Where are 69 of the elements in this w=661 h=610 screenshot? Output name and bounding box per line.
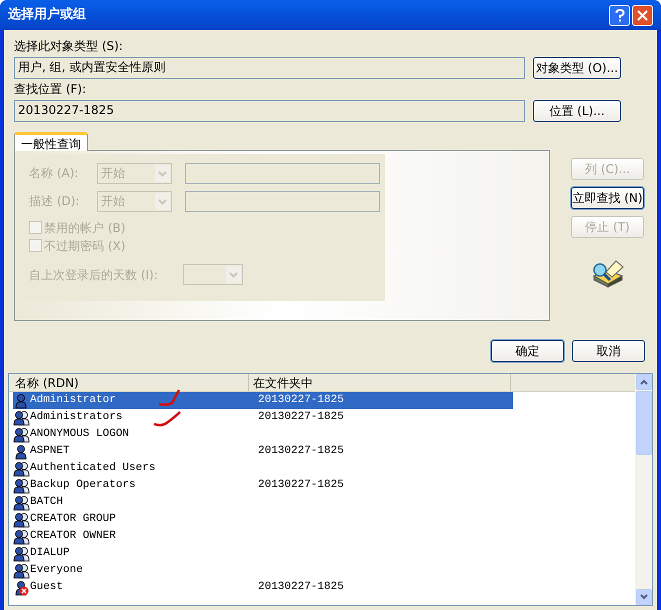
close-icon [637,10,648,20]
dropdown[interactable] [183,264,243,285]
browse-button[interactable]: 位置 (L)... [533,100,621,122]
ok-button[interactable]: 确定 [491,340,564,362]
row-folder: 20130227-1825 [258,478,344,494]
field-label: 自上次登录后的天数 (I): [29,266,159,284]
row-folder: 20130227-1825 [258,393,344,408]
row-name: ASPNET [30,444,71,460]
row-name: BATCH [30,495,64,510]
input-field[interactable] [185,190,380,212]
group-icon [13,546,30,562]
disabled-user-icon [13,580,30,596]
row-name: Guest [30,580,64,596]
list-row[interactable]: Administrators 20130227-1825 [13,409,513,426]
row-name: CREATOR OWNER [30,529,117,544]
cancel-button[interactable]: 取消 [572,340,645,362]
scrollbar[interactable] [635,374,652,605]
list-row[interactable]: CREATOR OWNER [13,528,513,545]
group-icon [13,562,30,578]
row-name: CREATOR GROUP [30,512,117,528]
group-icon [13,528,30,544]
list-row[interactable]: Administrator 20130227-1825 [13,392,513,409]
field-label: 名称 (A): [29,165,80,182]
list-row[interactable]: ANONYMOUS LOGON [13,426,513,443]
scroll-thumb[interactable] [636,391,652,455]
close-button[interactable] [632,4,653,26]
group-icon [13,494,30,510]
row-folder: 20130227-1825 [258,410,344,426]
help-icon [614,8,624,22]
window-title: 选择用户或组 [8,6,87,24]
group-icon [13,426,30,442]
chevron-down-icon [155,164,170,182]
row-folder: 20130227-1825 [258,580,344,596]
column-header[interactable]: 在文件夹中 [249,374,511,391]
field-label: 描述 (D): [29,193,80,210]
action-button[interactable]: 立即查找 (N) [571,187,644,209]
group-icon [13,478,30,494]
column-header[interactable]: 名称 (RDN) [9,374,249,391]
list-row[interactable]: Everyone [13,562,513,579]
row-name: ANONYMOUS LOGON [30,427,130,442]
field-label: 选择此对象类型 (S): [14,38,124,54]
chevron-down-icon [155,192,170,210]
row-name: Authenticated Users [30,461,156,476]
group-icon [13,512,30,528]
row-name: Everyone [30,563,84,578]
browse-button[interactable]: 对象类型 (O)... [533,57,621,79]
checkbox-label: 不过期密码 (X) [44,238,126,254]
row-name: Administrators [30,410,124,426]
list-row[interactable]: Guest 20130227-1825 [13,579,513,596]
chevron-down-icon [226,266,241,283]
group-icon [13,460,30,476]
list-row[interactable]: ASPNET 20130227-1825 [13,443,513,460]
input-field[interactable] [185,162,380,184]
scroll-up-icon [640,379,648,385]
scroll-down-icon [640,594,648,600]
row-folder: 20130227-1825 [258,444,344,460]
list-row[interactable]: BATCH [13,494,513,511]
row-name: Backup Operators [30,478,137,494]
row-name: Administrator [30,393,117,408]
list-row[interactable]: Backup Operators 20130227-1825 [13,477,513,494]
row-name: DIALUP [30,546,71,562]
list-row[interactable]: CREATOR GROUP [13,511,513,528]
tab[interactable]: 一般性查询 [14,132,88,151]
list-row[interactable]: Authenticated Users [13,460,513,477]
help-button[interactable] [609,4,630,26]
group-icon [13,410,30,426]
checkbox-label: 禁用的帐户 (B) [44,220,126,236]
field-label: 查找位置 (F): [14,81,88,97]
list-row[interactable]: DIALUP [13,545,513,562]
